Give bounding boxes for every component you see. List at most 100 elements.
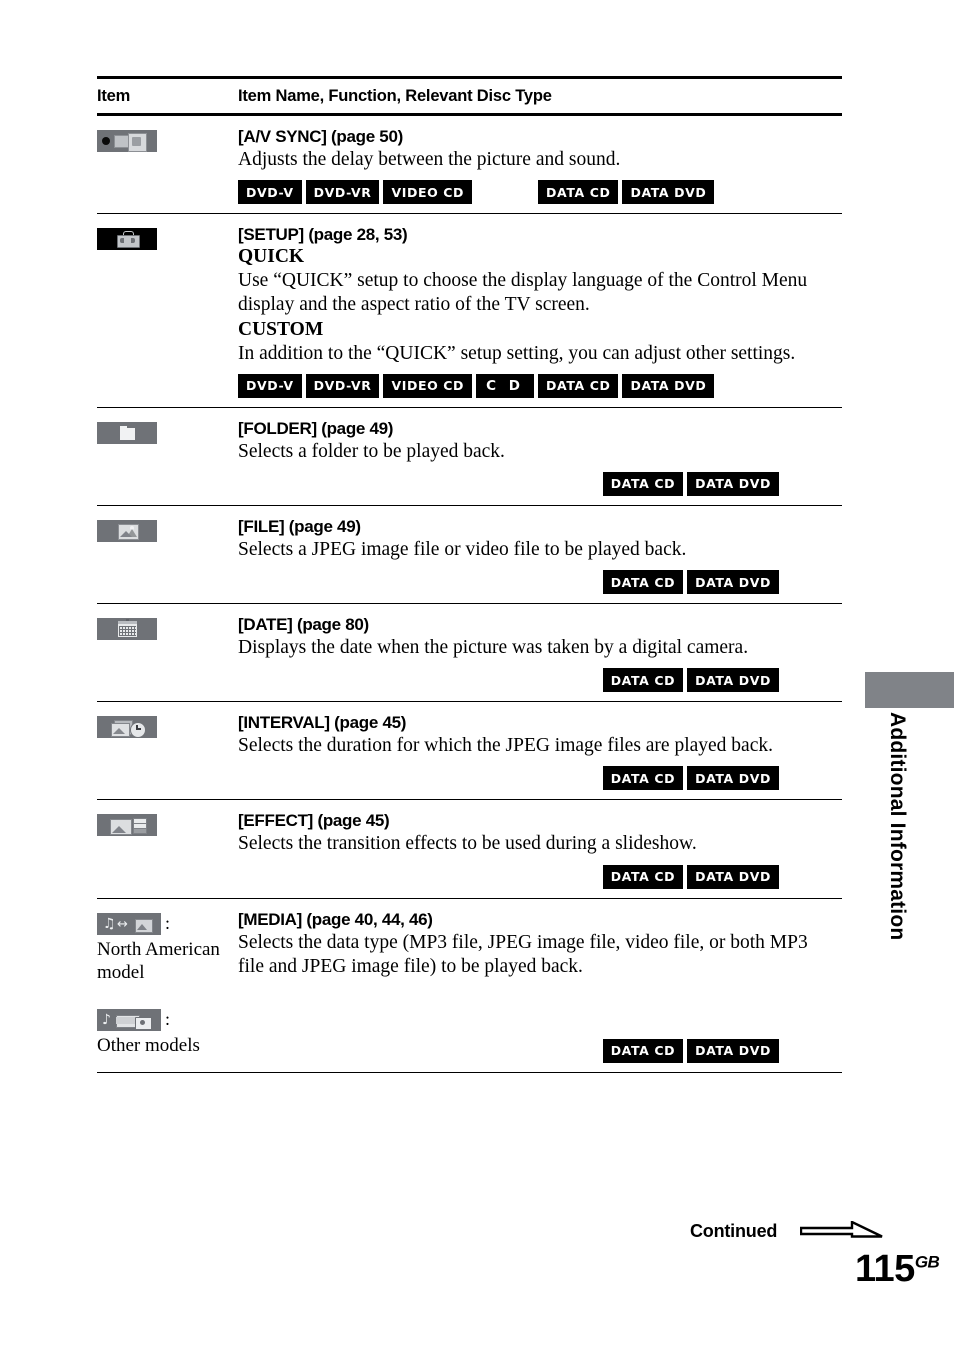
- table-bottom-rule: [97, 1071, 842, 1073]
- item-description: Displays the date when the picture was t…: [238, 637, 749, 659]
- item-icon-cell: [97, 615, 238, 692]
- picture-hill-icon: [137, 923, 147, 930]
- media-na-icon: ♫ ↔: [97, 912, 161, 935]
- disc-type-badges: DATA CD DATA DVD: [238, 668, 842, 693]
- disc-type-badges: DATA CD DATA DVD: [238, 864, 842, 889]
- music-note-icon: ♫: [103, 915, 116, 932]
- disc-badge: DVD-V: [238, 180, 302, 205]
- disc-type-badges: DVD-V DVD-VR VIDEO CD DATA CD DATA DVD: [238, 180, 842, 205]
- item-description: Use “QUICK” setup to choose the display …: [238, 270, 808, 316]
- disc-badge: DATA DVD: [687, 668, 779, 693]
- table-row: [FOLDER] (page 49) Selects a folder to b…: [97, 408, 842, 505]
- item-title: [EFFECT] (page 45): [238, 811, 390, 831]
- folder-body-icon: [120, 427, 135, 440]
- item-title: [A/V SYNC] (page 50): [238, 127, 403, 146]
- table-row: ♫ ↔ : North American model ♪ : Other mod…: [97, 899, 842, 1072]
- media-other-icon: ♪: [97, 1008, 161, 1031]
- item-title: [SETUP] (page 28, 53): [238, 225, 408, 245]
- disc-badge: DATA DVD: [622, 180, 715, 205]
- camera-lens-icon: [140, 1019, 145, 1025]
- item-description: Selects the data type (MP3 file, JPEG im…: [238, 931, 808, 977]
- disc-badge: DATA CD: [538, 180, 619, 205]
- table-row: [DATE] (page 80) Displays the date when …: [97, 604, 842, 701]
- disc-type-badges: DATA CD DATA DVD: [238, 766, 842, 791]
- disc-type-badges: DATA CD DATA DVD: [238, 1038, 842, 1063]
- section-tab-marker: [865, 672, 954, 708]
- item-icon-cell: [97, 811, 238, 888]
- disc-badge: DATA DVD: [622, 373, 715, 398]
- disc-badge: DATA CD: [602, 668, 684, 693]
- disc-badge: DVD-VR: [305, 180, 380, 205]
- toolbox-latch-right-icon: [131, 238, 135, 244]
- setup-toolbox-icon: [97, 228, 157, 251]
- disc-type-badges: DATA CD DATA DVD: [238, 471, 842, 496]
- item-body-cell: [DATE] (page 80) Displays the date when …: [238, 615, 842, 693]
- item-body-cell: [MEDIA] (page 40, 44, 46) Selects the da…: [238, 910, 842, 1063]
- item-description: Adjusts the delay between the picture an…: [238, 149, 621, 170]
- effect-slideshow-icon: [97, 814, 157, 837]
- tv-screen-icon: [132, 137, 141, 146]
- table-row: [EFFECT] (page 45) Selects the transitio…: [97, 800, 842, 897]
- item-body-cell: [FOLDER] (page 49) Selects a folder to b…: [238, 419, 842, 496]
- picture-hill-icon: [120, 530, 132, 537]
- continued-arrow-icon: [800, 1221, 883, 1238]
- folder-icon: [97, 421, 157, 444]
- media-other-icon-colon: :: [165, 1009, 171, 1030]
- item-body-cell: [A/V SYNC] (page 50) Adjusts the delay b…: [238, 127, 842, 205]
- disc-badge: DATA DVD: [687, 570, 779, 595]
- continued-label: Continued: [690, 1221, 778, 1241]
- record-dot-icon: [102, 137, 110, 145]
- column-header-description: Item Name, Function, Relevant Disc Type: [238, 87, 552, 105]
- clock-hand-icon: [136, 728, 141, 730]
- media-na-model-label: North American model: [97, 938, 220, 984]
- item-icon-cell: ♫ ↔ : North American model ♪ : Other mod…: [97, 910, 238, 1063]
- disc-badge: DATA CD: [602, 864, 684, 889]
- media-other-icon-group: ♪ : Other models: [97, 1008, 238, 1058]
- disc-badge: VIDEO CD: [383, 180, 473, 205]
- item-title: [INTERVAL] (page 45): [238, 713, 407, 733]
- item-title: [DATE] (page 80): [238, 615, 369, 635]
- item-icon-cell: [97, 225, 238, 398]
- clock-face-icon: [130, 722, 146, 739]
- photo-hill-icon: [113, 728, 125, 735]
- table-header-row: Item Item Name, Function, Relevant Disc …: [97, 79, 842, 113]
- disc-badge: DATA CD: [602, 1038, 684, 1063]
- media-other-model-label: Other models: [97, 1034, 200, 1056]
- item-body-cell: [SETUP] (page 28, 53) QUICK Use “QUICK” …: [238, 225, 842, 398]
- calendar-date-icon: [97, 618, 157, 641]
- disc-badge: DATA CD: [538, 373, 619, 398]
- item-title: [FILE] (page 49): [238, 516, 361, 536]
- toolbox-latch-left-icon: [120, 238, 124, 244]
- item-icon-cell: [97, 419, 238, 496]
- effect-list-item-icon: [133, 828, 147, 835]
- media-na-icon-colon: :: [165, 913, 171, 934]
- item-subheading: CUSTOM: [238, 318, 324, 340]
- page-number-suffix: GB: [914, 1252, 940, 1272]
- disc-badge: DATA CD: [602, 471, 684, 496]
- table-row: [INTERVAL] (page 45) Selects the duratio…: [97, 702, 842, 799]
- disc-badge: DATA DVD: [687, 864, 779, 889]
- item-subheading: QUICK: [238, 246, 305, 268]
- item-description: Selects a JPEG image file or video file …: [238, 538, 687, 560]
- item-body-cell: [INTERVAL] (page 45) Selects the duratio…: [238, 713, 842, 791]
- item-title: [MEDIA] (page 40, 44, 46): [238, 909, 433, 929]
- item-icon-cell: [97, 127, 238, 204]
- table-row: [SETUP] (page 28, 53) QUICK Use “QUICK” …: [97, 214, 842, 407]
- disc-badge-placeholder: [476, 180, 534, 204]
- disc-badge: DVD-VR: [305, 373, 380, 398]
- table-row: [A/V SYNC] (page 50) Adjusts the delay b…: [97, 116, 842, 213]
- item-description: In addition to the “QUICK” setup setting…: [238, 342, 796, 364]
- item-description: Selects a folder to be played back.: [238, 440, 505, 462]
- control-menu-item-table: Item Item Name, Function, Relevant Disc …: [97, 76, 842, 1073]
- disc-type-badges: DATA CD DATA DVD: [238, 570, 842, 595]
- file-picture-icon: [97, 519, 157, 542]
- disc-badge: DATA DVD: [687, 766, 779, 791]
- item-icon-cell: [97, 517, 238, 594]
- item-body-cell: [EFFECT] (page 45) Selects the transitio…: [238, 811, 842, 889]
- item-icon-cell: [97, 713, 238, 790]
- page-number: 115GB: [855, 1248, 940, 1291]
- document-page: Additional Information Item Item Name, F…: [0, 0, 954, 1357]
- disc-type-badges: DVD-V DVD-VR VIDEO CD C D DATA CD DATA D…: [238, 373, 842, 398]
- music-note-icon: ♪: [102, 1011, 111, 1028]
- item-body-cell: [FILE] (page 49) Selects a JPEG image fi…: [238, 516, 842, 595]
